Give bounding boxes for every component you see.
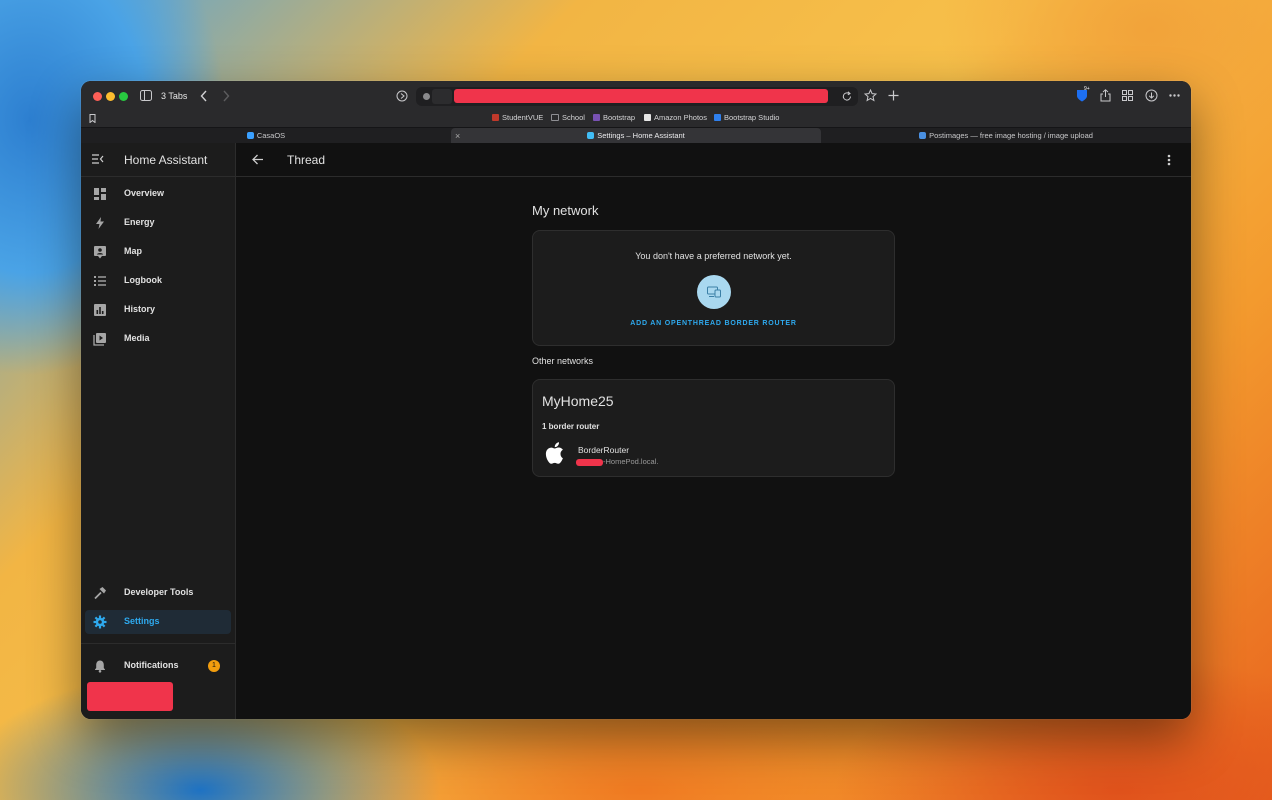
sidebar-divider (81, 643, 235, 644)
gear-icon (93, 615, 107, 629)
sidebar-item-label: Logbook (124, 275, 162, 285)
my-network-title: My network (532, 203, 599, 218)
back-icon[interactable] (200, 90, 208, 102)
overflow-menu-icon[interactable] (1167, 154, 1171, 166)
postimages-icon (919, 132, 927, 139)
studentvue-icon (492, 114, 499, 121)
map-icon (94, 246, 106, 259)
tab-casaos[interactable]: CasaOS (81, 128, 451, 144)
sidebar-item-notifications[interactable]: Notifications 1 (85, 654, 231, 678)
sidebar-item-media[interactable]: Media (85, 327, 231, 351)
bookmark-bootstrap-studio[interactable]: Bootstrap Studio (714, 113, 779, 122)
sidebar-item-overview[interactable]: Overview (85, 182, 231, 206)
redacted-hostname (576, 459, 603, 466)
sidebar-item-energy[interactable]: Energy (85, 211, 231, 235)
sidebar-item-label: Energy (124, 217, 155, 227)
border-router-host: -HomePod.local. (603, 457, 659, 466)
extension-badge: 9+ (1084, 86, 1090, 92)
home-assistant-app: Home Assistant Overview Energy Map Logbo… (81, 143, 1191, 719)
bookmark-studentvue[interactable]: StudentVUE (492, 113, 543, 122)
preferred-network-card: You don't have a preferred network yet. … (532, 230, 895, 346)
bookmarks-icon[interactable] (89, 114, 96, 123)
border-router-name: BorderRouter (578, 445, 630, 455)
sidebar-header: Home Assistant (81, 143, 235, 177)
network-card: MyHome25 1 border router BorderRouter -H… (532, 379, 895, 477)
share-icon[interactable] (1100, 89, 1111, 102)
browser-window: 3 Tabs 9+ StudentVUE School Bootstrap Am… (81, 81, 1191, 719)
sidebar-item-label: Map (124, 246, 142, 256)
reload-icon[interactable] (842, 91, 852, 102)
folder-icon (551, 114, 559, 121)
router-devices-icon (707, 286, 721, 298)
sidebar-item-label: Overview (124, 188, 165, 198)
bootstrap-studio-icon (714, 114, 721, 121)
sidebar-item-label: Developer Tools (124, 587, 194, 597)
more-options-icon[interactable] (1169, 94, 1180, 97)
bell-icon (95, 660, 105, 673)
sidebar-toggle-icon[interactable] (140, 90, 152, 101)
tab-settings-home-assistant[interactable]: × Settings – Home Assistant (451, 128, 821, 144)
tab-overview-icon[interactable] (1122, 90, 1133, 101)
forward-icon[interactable] (222, 90, 230, 102)
other-networks-title: Other networks (532, 356, 594, 366)
site-indicator-icon (423, 93, 430, 100)
sidebar-item-label: Media (124, 333, 150, 343)
redacted-url (454, 89, 828, 103)
privacy-report-icon[interactable] (396, 90, 408, 102)
dashboard-icon (94, 188, 106, 200)
sidebar-item-developer-tools[interactable]: Developer Tools (85, 581, 231, 605)
home-assistant-icon (587, 132, 595, 139)
main-header: Thread (236, 143, 1191, 177)
new-tab-icon[interactable] (888, 90, 899, 101)
bookmark-star-icon[interactable] (864, 89, 877, 102)
menu-collapse-icon[interactable] (92, 154, 104, 164)
sidebar-item-logbook[interactable]: Logbook (85, 269, 231, 293)
page-title: Thread (287, 153, 326, 167)
bootstrap-icon (593, 114, 600, 121)
apple-logo-icon (545, 442, 563, 464)
downloads-icon[interactable] (1145, 89, 1158, 102)
minimize-window-button[interactable] (106, 92, 115, 101)
notification-badge: 1 (208, 660, 220, 672)
media-icon (93, 333, 106, 346)
tabs-count-label[interactable]: 3 Tabs (161, 91, 187, 101)
close-window-button[interactable] (93, 92, 102, 101)
address-segment (432, 89, 452, 104)
sidebar-item-label: Notifications (124, 660, 179, 670)
no-preferred-network-text: You don't have a preferred network yet. (635, 251, 792, 261)
chart-icon (94, 304, 106, 316)
sidebar-item-map[interactable]: Map (85, 240, 231, 264)
close-tab-icon[interactable]: × (455, 128, 460, 144)
sidebar-item-label: Settings (124, 616, 160, 626)
sidebar-item-history[interactable]: History (85, 298, 231, 322)
casaos-icon (246, 132, 254, 139)
bookmarks-bar: StudentVUE School Bootstrap Amazon Photo… (81, 111, 1191, 127)
network-name: MyHome25 (542, 393, 614, 409)
amazon-photos-icon (644, 114, 651, 121)
bookmark-school[interactable]: School (551, 113, 585, 122)
add-openthread-border-router-link[interactable]: ADD AN OPENTHREAD BORDER ROUTER (533, 320, 894, 327)
address-bar[interactable] (416, 87, 858, 106)
browser-toolbar: 3 Tabs 9+ (81, 81, 1191, 111)
zoom-window-button[interactable] (119, 92, 128, 101)
sidebar-item-label: History (124, 304, 156, 314)
bookmark-bootstrap[interactable]: Bootstrap (593, 113, 635, 122)
border-router-count: 1 border router (542, 422, 600, 431)
sidebar-title: Home Assistant (124, 153, 208, 167)
list-icon (94, 276, 106, 286)
bookmark-amazon-photos[interactable]: Amazon Photos (644, 113, 707, 122)
main-content: My network You don't have a preferred ne… (236, 177, 1191, 719)
router-illustration (697, 275, 731, 309)
back-arrow-icon[interactable] (252, 154, 264, 165)
tab-strip: CasaOS × Settings – Home Assistant Posti… (81, 127, 1191, 144)
tab-postimages[interactable]: Postimages — free image hosting / image … (821, 128, 1191, 144)
sidebar-item-settings[interactable]: Settings (85, 610, 231, 634)
hammer-icon (94, 587, 106, 600)
redacted-user-profile[interactable] (87, 682, 173, 711)
sidebar: Home Assistant Overview Energy Map Logbo… (81, 143, 236, 719)
lightning-icon (96, 217, 104, 229)
